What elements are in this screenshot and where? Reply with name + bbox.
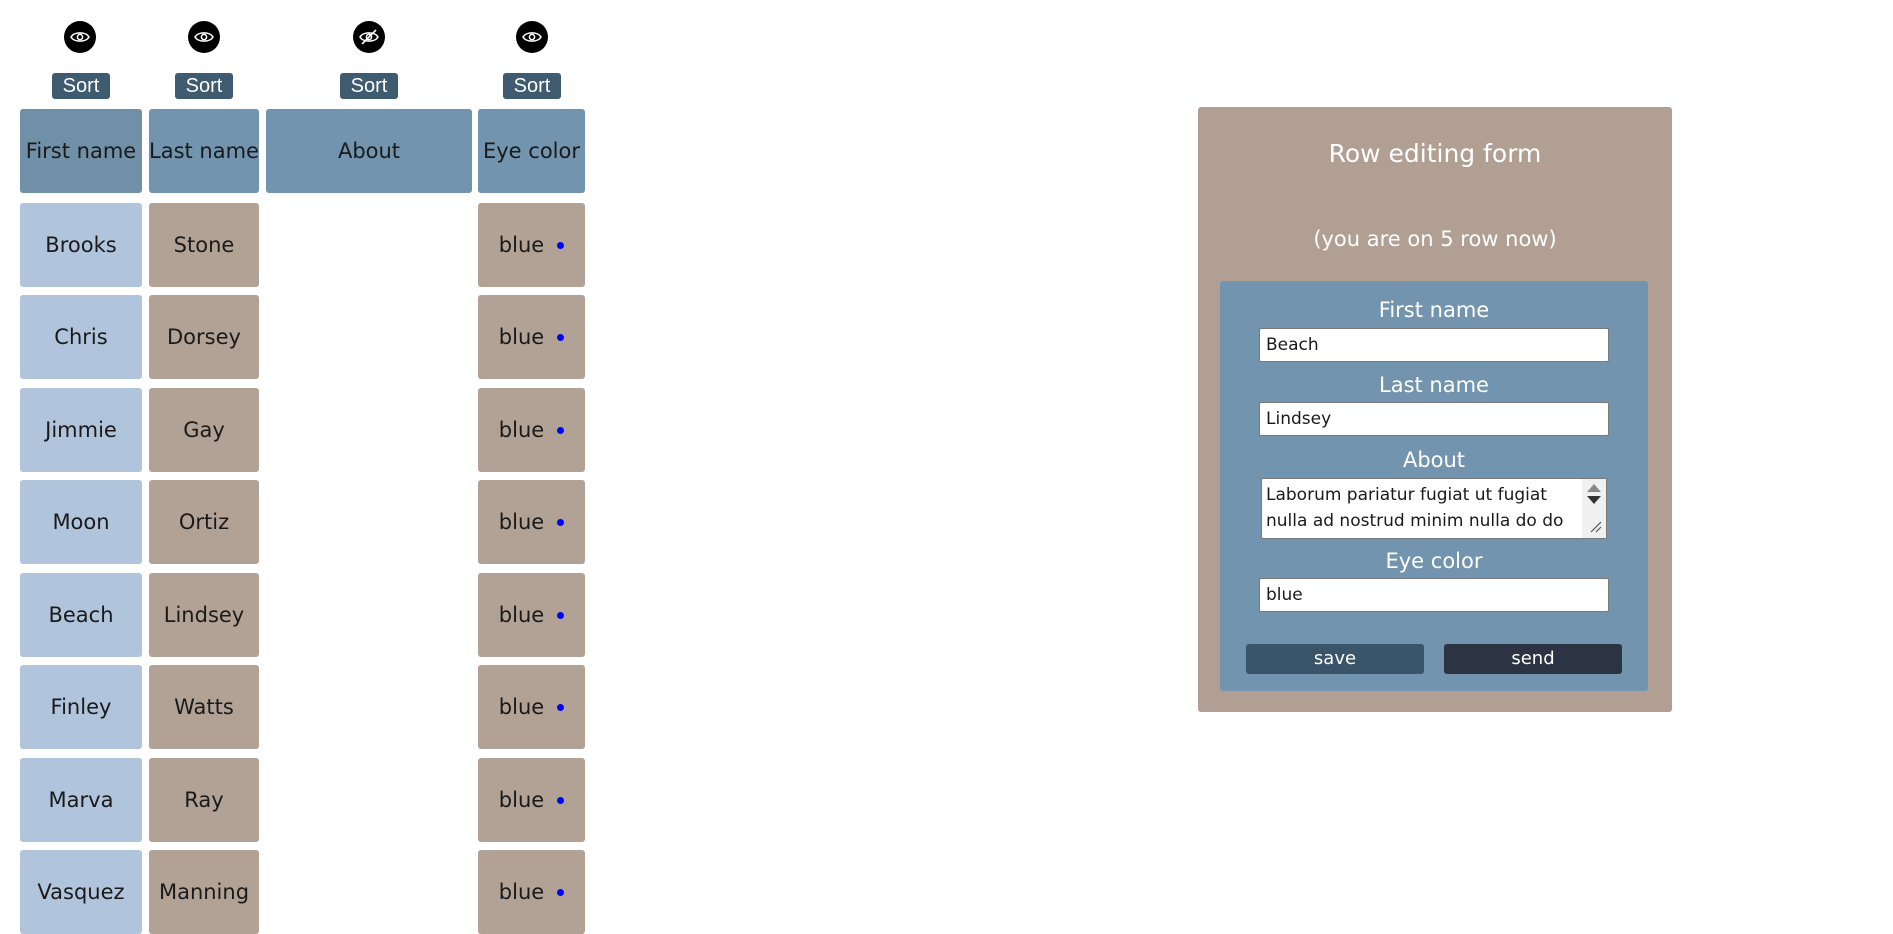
eye-color-field[interactable] bbox=[1259, 578, 1609, 612]
first-name-label: First name bbox=[1378, 298, 1490, 322]
eye-color-dot bbox=[557, 518, 565, 526]
table-cell-first-name[interactable]: Finley bbox=[20, 665, 142, 749]
eye-color-text: blue bbox=[498, 233, 545, 257]
eye-icon bbox=[522, 32, 542, 42]
about-scrollbar[interactable] bbox=[1582, 479, 1606, 538]
resize-grip-icon[interactable] bbox=[1590, 521, 1602, 533]
sort-about-button[interactable]: Sort bbox=[340, 73, 398, 99]
table-cell-last-name[interactable]: Manning bbox=[149, 850, 259, 934]
eye-slash-icon bbox=[359, 29, 379, 45]
table-cell-eye-color[interactable]: blue bbox=[478, 850, 585, 934]
table-cell-eye-color[interactable]: blue bbox=[478, 203, 585, 287]
eye-icon bbox=[70, 32, 90, 42]
table-cell-last-name[interactable]: Ray bbox=[149, 758, 259, 842]
table-cell-last-name[interactable]: Ortiz bbox=[149, 480, 259, 564]
last-name-field[interactable] bbox=[1259, 402, 1609, 436]
row-editing-form: Row editing form (you are on 5 row now) … bbox=[1198, 107, 1672, 712]
scroll-up-icon[interactable] bbox=[1587, 484, 1601, 492]
form-title: Row editing form bbox=[1328, 139, 1542, 168]
toggle-first-name-column[interactable] bbox=[64, 21, 96, 53]
eye-color-text: blue bbox=[498, 510, 545, 534]
eye-color-label: Eye color bbox=[1385, 549, 1483, 573]
save-button[interactable]: save bbox=[1246, 644, 1424, 674]
table-cell-eye-color[interactable]: blue bbox=[478, 480, 585, 564]
eye-color-text: blue bbox=[498, 880, 545, 904]
table-cell-first-name[interactable]: Brooks bbox=[20, 203, 142, 287]
table-cell-last-name[interactable]: Lindsey bbox=[149, 573, 259, 657]
table-cell-first-name[interactable]: Chris bbox=[20, 295, 142, 379]
sort-eye-color-button[interactable]: Sort bbox=[503, 73, 561, 99]
table-cell-first-name[interactable]: Moon bbox=[20, 480, 142, 564]
eye-color-dot bbox=[557, 796, 565, 804]
last-name-label: Last name bbox=[1379, 373, 1489, 397]
eye-color-text: blue bbox=[498, 418, 545, 442]
table-cell-last-name[interactable]: Dorsey bbox=[149, 295, 259, 379]
table-cell-eye-color[interactable]: blue bbox=[478, 665, 585, 749]
header-last-name: Last name bbox=[149, 109, 259, 193]
eye-color-dot bbox=[557, 611, 565, 619]
send-button[interactable]: send bbox=[1444, 644, 1622, 674]
table-cell-eye-color[interactable]: blue bbox=[478, 388, 585, 472]
table-cell-first-name[interactable]: Vasquez bbox=[20, 850, 142, 934]
form-fields-panel: First name Last name About Eye color sav… bbox=[1220, 281, 1648, 691]
eye-color-text: blue bbox=[498, 695, 545, 719]
about-field[interactable] bbox=[1261, 478, 1607, 539]
sort-first-name-button[interactable]: Sort bbox=[52, 73, 110, 99]
toggle-about-column[interactable] bbox=[353, 21, 385, 53]
scroll-down-icon[interactable] bbox=[1587, 496, 1601, 504]
table-cell-eye-color[interactable]: blue bbox=[478, 758, 585, 842]
table-cell-last-name[interactable]: Gay bbox=[149, 388, 259, 472]
eye-color-text: blue bbox=[498, 788, 545, 812]
header-about: About bbox=[266, 109, 472, 193]
about-label: About bbox=[1402, 448, 1466, 472]
eye-color-dot bbox=[557, 426, 565, 434]
table-cell-last-name[interactable]: Stone bbox=[149, 203, 259, 287]
table-cell-first-name[interactable]: Jimmie bbox=[20, 388, 142, 472]
header-eye-color: Eye color bbox=[478, 109, 585, 193]
eye-icon bbox=[194, 32, 214, 42]
toggle-last-name-column[interactable] bbox=[188, 21, 220, 53]
eye-color-text: blue bbox=[498, 603, 545, 627]
table-cell-first-name[interactable]: Beach bbox=[20, 573, 142, 657]
eye-color-text: blue bbox=[498, 325, 545, 349]
form-subtitle: (you are on 5 row now) bbox=[1313, 227, 1557, 251]
table-cell-eye-color[interactable]: blue bbox=[478, 295, 585, 379]
eye-color-dot bbox=[557, 888, 565, 896]
table-cell-last-name[interactable]: Watts bbox=[149, 665, 259, 749]
toggle-eye-color-column[interactable] bbox=[516, 21, 548, 53]
eye-color-dot bbox=[557, 333, 565, 341]
first-name-field[interactable] bbox=[1259, 328, 1609, 362]
table-cell-first-name[interactable]: Marva bbox=[20, 758, 142, 842]
eye-color-dot bbox=[557, 241, 565, 249]
eye-color-dot bbox=[557, 703, 565, 711]
header-first-name: First name bbox=[20, 109, 142, 193]
table-cell-eye-color[interactable]: blue bbox=[478, 573, 585, 657]
sort-last-name-button[interactable]: Sort bbox=[175, 73, 233, 99]
